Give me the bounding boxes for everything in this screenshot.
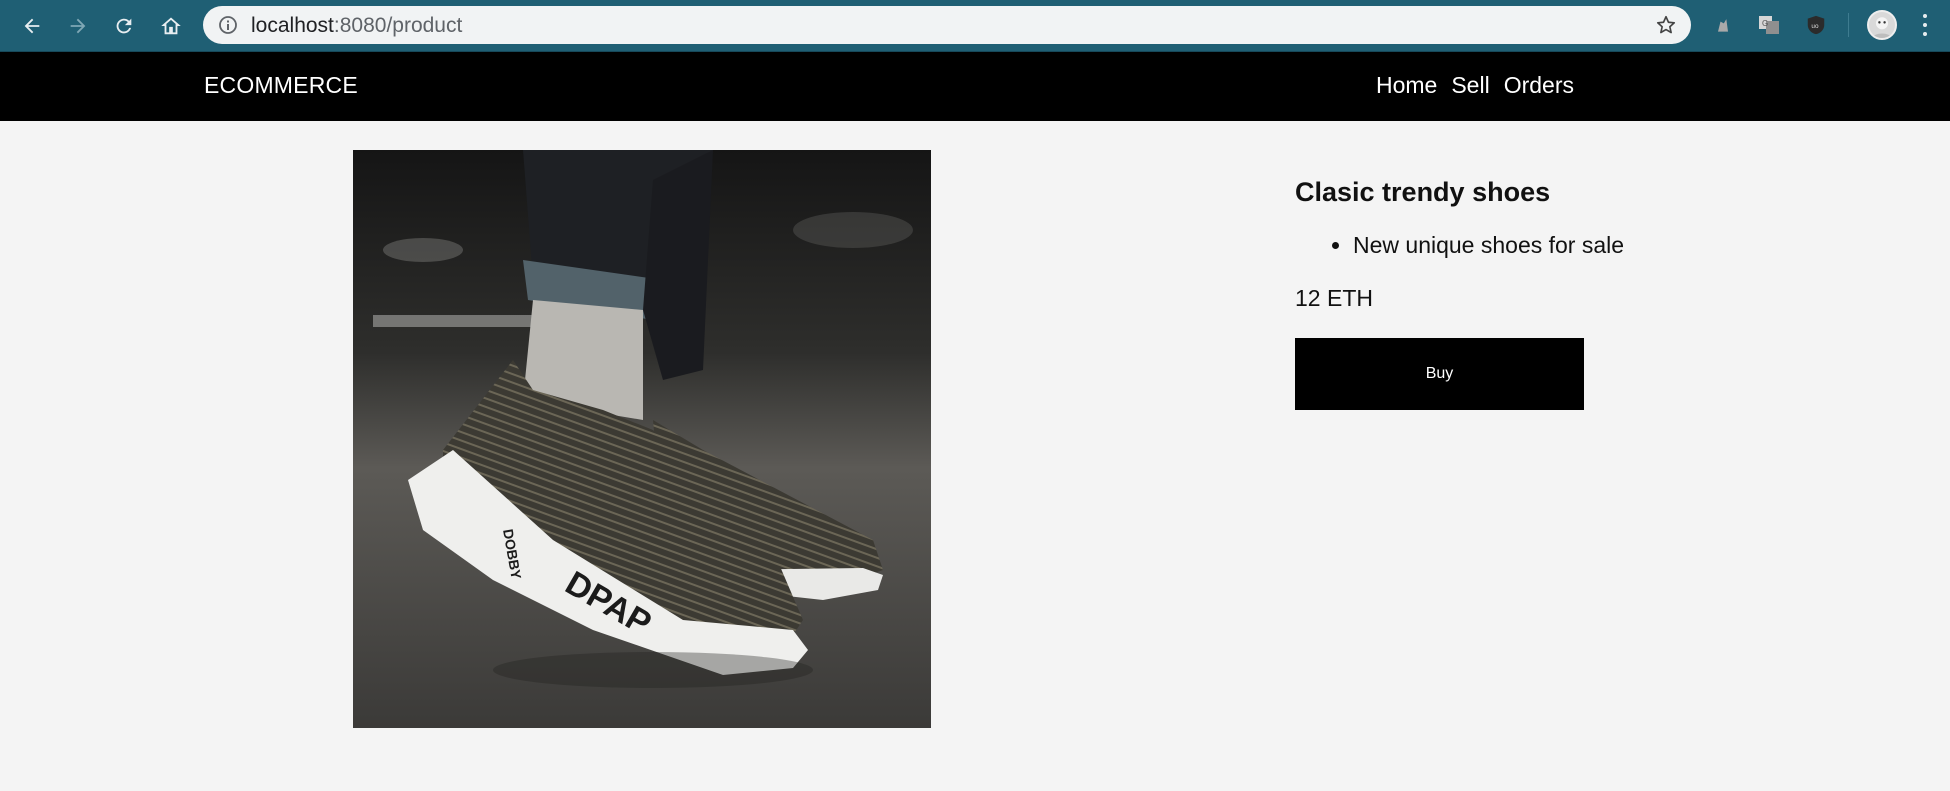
address-bar[interactable]: localhost:8080/product bbox=[203, 6, 1691, 44]
extension-icon[interactable] bbox=[1710, 12, 1736, 38]
url-path: :8080/product bbox=[333, 14, 463, 37]
back-icon[interactable] bbox=[16, 10, 48, 42]
home-icon[interactable] bbox=[155, 10, 187, 42]
avatar[interactable] bbox=[1867, 10, 1897, 40]
product-details: Clasic trendy shoes New unique shoes for… bbox=[1295, 177, 1745, 410]
star-icon[interactable] bbox=[1655, 14, 1677, 36]
menu-icon[interactable] bbox=[1918, 12, 1932, 38]
reload-icon[interactable] bbox=[108, 10, 140, 42]
info-icon[interactable] bbox=[218, 15, 238, 35]
ublock-icon[interactable]: uo bbox=[1803, 12, 1829, 38]
description-list: New unique shoes for sale bbox=[1353, 232, 1745, 259]
product-title: Clasic trendy shoes bbox=[1295, 177, 1551, 207]
main-nav: Home Sell Orders bbox=[1376, 72, 1574, 99]
svg-text:uo: uo bbox=[1811, 23, 1819, 30]
toolbar-divider bbox=[1848, 13, 1849, 37]
forward-icon[interactable] bbox=[62, 10, 94, 42]
svg-text:G: G bbox=[1762, 19, 1768, 28]
translate-icon[interactable]: G bbox=[1756, 12, 1782, 38]
product-image: DPAP DOBBY bbox=[353, 150, 931, 728]
description-item: New unique shoes for sale bbox=[1353, 232, 1745, 259]
product-price: 12 ETH bbox=[1295, 285, 1373, 311]
brand-logo[interactable]: ECOMMERCE bbox=[204, 72, 358, 99]
site-header: ECOMMERCE Home Sell Orders bbox=[0, 52, 1950, 121]
browser-toolbar: localhost:8080/product G uo bbox=[0, 0, 1950, 52]
url-text[interactable]: localhost:8080/product bbox=[251, 14, 462, 38]
buy-button[interactable]: Buy bbox=[1295, 338, 1584, 410]
nav-sell-link[interactable]: Sell bbox=[1451, 72, 1489, 99]
nav-home-link[interactable]: Home bbox=[1376, 72, 1437, 99]
nav-orders-link[interactable]: Orders bbox=[1504, 72, 1574, 99]
url-host: localhost bbox=[251, 14, 334, 37]
